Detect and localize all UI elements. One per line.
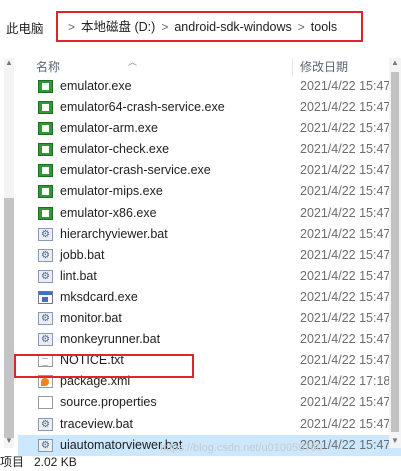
exe-icon — [38, 80, 53, 93]
file-modified-date: 2021/4/22 15:47 — [300, 416, 391, 431]
column-divider[interactable] — [292, 58, 293, 76]
scrollbar-thumb[interactable] — [391, 72, 399, 432]
file-name: emulator-arm.exe — [60, 121, 158, 136]
batch-file-icon — [38, 435, 53, 456]
file-modified-date: 2021/4/22 15:47 — [300, 311, 391, 326]
file-name: mksdcard.exe — [60, 289, 138, 304]
file-row[interactable]: emulator-check.exe 2021/4/22 15:47 — [18, 139, 401, 160]
breadcrumb-separator-icon: > — [161, 20, 169, 34]
file-name: emulator.exe — [60, 79, 132, 93]
file-row[interactable]: emulator64-crash-service.exe 2021/4/22 15… — [18, 97, 401, 118]
batch-file-icon — [38, 414, 53, 435]
file-row[interactable]: emulator-arm.exe 2021/4/22 15:47 — [18, 118, 401, 139]
file-modified-date: 2021/4/22 15:47 — [300, 353, 391, 368]
column-date-header[interactable]: 修改日期 — [300, 58, 348, 76]
breadcrumb-highlight-box: > 本地磁盘 (D:) > android-sdk-windows > tool… — [56, 11, 363, 42]
scroll-up-icon[interactable]: ▲ — [389, 58, 401, 70]
file-modified-date: 2021/4/22 15:47 — [300, 332, 391, 347]
breadcrumb-tools[interactable]: tools — [311, 17, 337, 37]
file-name: emulator64-crash-service.exe — [60, 100, 225, 115]
exe-icon — [38, 122, 53, 136]
file-modified-date: 2021/4/22 15:47 — [300, 289, 391, 304]
file-modified-date: 2021/4/22 17:18 — [300, 374, 391, 389]
breadcrumb-android-sdk-windows[interactable]: android-sdk-windows — [174, 17, 291, 37]
file-row[interactable]: mksdcard.exe 2021/4/22 15:47 — [18, 287, 401, 308]
file-name: monkeyrunner.bat — [60, 332, 161, 347]
watermark: https://blog.csdn.net/u010059760 — [160, 442, 323, 454]
sort-chevron-up-icon: ︿ — [128, 57, 138, 67]
navigation-pane[interactable]: ▲ ▼ — [0, 58, 18, 448]
exe-icon — [38, 101, 53, 115]
exe-icon — [38, 206, 53, 220]
file-name: jobb.bat — [60, 247, 105, 262]
file-name: emulator-check.exe — [60, 142, 170, 157]
file-modified-date: 2021/4/22 15:47 — [300, 247, 391, 262]
file-list-scrollbar[interactable]: ▲ ▼ — [389, 58, 401, 448]
status-item-count: 项目 — [0, 455, 25, 469]
application-icon — [38, 290, 53, 304]
selection-highlight-box — [14, 354, 194, 378]
file-row[interactable]: emulator-mips.exe 2021/4/22 15:47 — [18, 181, 401, 202]
exe-icon — [38, 185, 53, 199]
breadcrumb-drive-d[interactable]: 本地磁盘 (D:) — [81, 17, 155, 37]
file-row[interactable]: source.properties 2021/4/22 15:47 — [18, 392, 401, 413]
file-name: source.properties — [60, 395, 157, 410]
file-modified-date: 2021/4/22 15:47 — [300, 100, 391, 115]
file-name: emulator-crash-service.exe — [60, 163, 211, 178]
file-list: emulator.exe 2021/4/22 15:47 emulator64-cr… — [18, 76, 401, 456]
file-name: traceview.bat — [60, 416, 133, 431]
file-modified-date: 2021/4/22 15:47 — [300, 79, 391, 93]
nav-scroll-up-icon[interactable]: ▲ — [0, 58, 18, 70]
file-modified-date: 2021/4/22 15:47 — [300, 226, 391, 241]
scroll-down-icon[interactable]: ▼ — [389, 436, 401, 448]
file-row[interactable]: hierarchyviewer.bat 2021/4/22 15:47 — [18, 224, 401, 245]
file-name: emulator-mips.exe — [60, 184, 163, 199]
status-bar: 项目 2.02 KB — [0, 454, 401, 471]
file-name: emulator-x86.exe — [60, 205, 157, 220]
file-modified-date: 2021/4/22 15:47 — [300, 142, 391, 157]
batch-file-icon — [38, 224, 53, 245]
file-modified-date: 2021/4/22 15:47 — [300, 268, 391, 283]
file-modified-date: 2021/4/22 15:47 — [300, 205, 391, 220]
file-row[interactable]: emulator.exe 2021/4/22 15:47 — [18, 76, 401, 97]
breadcrumb-this-pc[interactable]: 此电脑 — [6, 19, 44, 39]
column-name-header[interactable]: 名称 — [36, 58, 60, 76]
batch-file-icon — [38, 266, 53, 287]
exe-icon — [38, 164, 53, 178]
file-row[interactable]: emulator-x86.exe 2021/4/22 15:47 — [18, 203, 401, 224]
file-row[interactable]: emulator-crash-service.exe 2021/4/22 15:4… — [18, 160, 401, 181]
file-name: lint.bat — [60, 268, 97, 283]
batch-file-icon — [38, 245, 53, 266]
file-row[interactable]: jobb.bat 2021/4/22 15:47 — [18, 245, 401, 266]
exe-icon — [38, 143, 53, 157]
file-name: monitor.bat — [60, 311, 122, 326]
file-modified-date: 2021/4/22 15:47 — [300, 395, 391, 410]
file-row[interactable]: traceview.bat 2021/4/22 15:47 — [18, 414, 401, 435]
file-row[interactable]: monitor.bat 2021/4/22 15:47 — [18, 308, 401, 329]
status-selected-size: 2.02 KB — [34, 455, 77, 469]
file-row[interactable]: monkeyrunner.bat 2021/4/22 15:47 — [18, 329, 401, 350]
breadcrumb-separator-icon: > — [297, 20, 305, 34]
batch-file-icon — [38, 308, 53, 329]
properties-file-icon — [38, 396, 53, 410]
breadcrumb: > 本地磁盘 (D:) > android-sdk-windows > tool… — [62, 17, 337, 37]
file-modified-date: 2021/4/22 15:47 — [300, 163, 391, 178]
file-name: hierarchyviewer.bat — [60, 226, 168, 241]
column-header: ︿ 名称 修改日期 — [18, 57, 401, 76]
address-bar[interactable]: 此电脑 > 本地磁盘 (D:) > android-sdk-windows > … — [0, 0, 401, 58]
file-modified-date: 2021/4/22 15:47 — [300, 184, 391, 199]
file-row[interactable]: lint.bat 2021/4/22 15:47 — [18, 266, 401, 287]
batch-file-icon — [38, 329, 53, 350]
breadcrumb-separator-icon: > — [68, 20, 76, 34]
nav-scroll-down-icon[interactable]: ▼ — [0, 436, 18, 448]
file-modified-date: 2021/4/22 15:47 — [300, 121, 391, 136]
nav-scrollbar-thumb[interactable] — [4, 198, 14, 438]
